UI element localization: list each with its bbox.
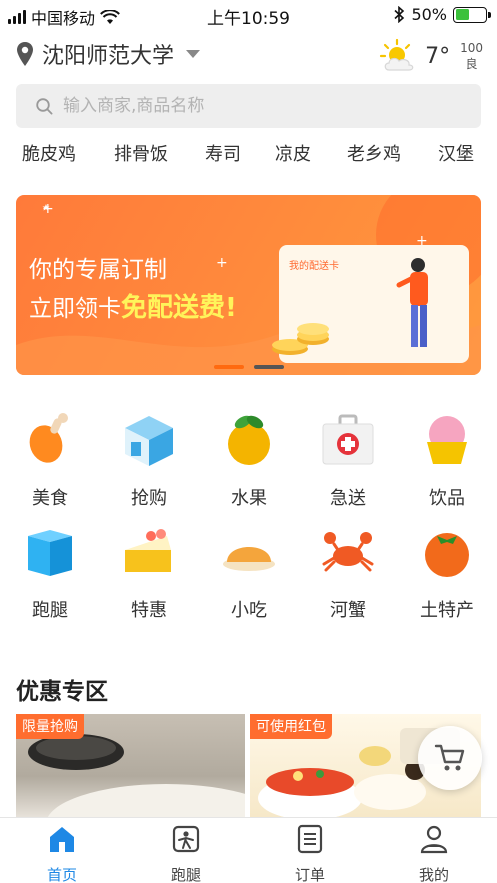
category-label: 小吃 bbox=[231, 600, 267, 621]
banner-highlight: 免配送费! bbox=[121, 293, 237, 323]
category-label: 水果 bbox=[231, 488, 267, 509]
category-item[interactable]: 河蟹 bbox=[308, 524, 388, 622]
quick-tag[interactable]: 寿司 bbox=[205, 140, 241, 166]
banner-pagination bbox=[214, 365, 284, 369]
shop-icon bbox=[125, 416, 173, 466]
quick-tag[interactable]: 脆皮鸡 bbox=[22, 140, 76, 166]
quick-tag[interactable]: 老乡鸡 bbox=[347, 140, 401, 166]
battery-percent: 50% bbox=[411, 5, 447, 24]
coins-illustration bbox=[272, 323, 329, 355]
deal-badge: 限量抢购 bbox=[16, 714, 84, 739]
category-item[interactable]: 土特产 bbox=[407, 524, 487, 622]
nav-label: 我的 bbox=[418, 866, 449, 883]
caret-down-icon bbox=[186, 50, 201, 58]
category-label: 饮品 bbox=[429, 488, 465, 509]
battery-icon bbox=[453, 6, 491, 23]
nav-label: 订单 bbox=[294, 866, 325, 883]
crab-icon bbox=[322, 532, 374, 572]
location-pin-icon bbox=[17, 42, 33, 66]
category-label: 抢购 bbox=[131, 488, 167, 509]
medical-kit-icon bbox=[322, 414, 374, 465]
aqi-value: 100 bbox=[460, 41, 483, 55]
svg-text:+: + bbox=[216, 255, 228, 271]
location-name: 沈阳师范大学 bbox=[42, 44, 175, 69]
drumstick-icon bbox=[29, 413, 68, 463]
category-item[interactable]: 水果 bbox=[209, 412, 289, 510]
deals-section-title: 优惠专区 bbox=[16, 679, 108, 705]
person-illustration bbox=[396, 258, 428, 347]
nav-item-profile[interactable]: 我的 bbox=[399, 824, 469, 883]
orange-icon bbox=[228, 415, 270, 465]
profile-icon bbox=[420, 825, 448, 854]
dessert-cup-icon bbox=[427, 416, 467, 464]
bun-icon bbox=[223, 547, 275, 571]
banner-dot[interactable] bbox=[254, 365, 284, 369]
errand-icon bbox=[172, 825, 200, 853]
order-list-icon bbox=[297, 824, 323, 854]
cake-slice-icon bbox=[125, 529, 171, 572]
tomato-icon bbox=[425, 533, 469, 577]
aqi-level: 良 bbox=[465, 57, 478, 71]
quick-tag[interactable]: 汉堡 bbox=[438, 140, 474, 166]
partly-sunny-icon bbox=[379, 38, 414, 71]
category-label: 美食 bbox=[32, 488, 68, 509]
cart-button[interactable] bbox=[418, 726, 482, 790]
category-label: 特惠 bbox=[131, 600, 167, 621]
banner-subline: 立即领卡免配送费! bbox=[29, 287, 237, 324]
header-bar: 沈阳师范大学 7° 100 良 bbox=[16, 38, 483, 74]
nav-label: 首页 bbox=[46, 866, 77, 883]
category-item[interactable]: 抢购 bbox=[109, 412, 189, 510]
category-item[interactable]: 美食 bbox=[10, 412, 90, 510]
svg-text:+: + bbox=[42, 201, 54, 217]
weather-widget[interactable]: 7° 100 良 bbox=[377, 38, 483, 74]
category-item[interactable]: 小吃 bbox=[209, 524, 289, 622]
category-label: 急送 bbox=[330, 488, 366, 509]
banner-headline: 你的专属订制 bbox=[29, 257, 167, 283]
home-icon bbox=[50, 827, 74, 852]
nav-item-home[interactable]: 首页 bbox=[27, 824, 97, 883]
nav-item-errand[interactable]: 跑腿 bbox=[151, 824, 221, 883]
search-input[interactable] bbox=[63, 96, 443, 116]
category-item[interactable]: 急送 bbox=[308, 412, 388, 510]
card-label: 我的配送卡 bbox=[289, 261, 339, 272]
search-bar[interactable] bbox=[16, 84, 481, 128]
banner-dot-active[interactable] bbox=[214, 365, 244, 369]
category-label: 跑腿 bbox=[32, 600, 68, 621]
category-item[interactable]: 跑腿 bbox=[10, 524, 90, 622]
location-selector[interactable]: 沈阳师范大学 bbox=[16, 38, 201, 70]
quick-tag[interactable]: 排骨饭 bbox=[114, 140, 168, 166]
bluetooth-icon bbox=[394, 6, 405, 23]
box-icon bbox=[28, 530, 72, 576]
nav-label: 跑腿 bbox=[170, 866, 201, 883]
promo-banner[interactable]: + + + 你的专属订制 立即领卡免配送费! 我的配送卡 bbox=[16, 195, 481, 375]
search-icon bbox=[36, 97, 53, 115]
air-quality: 100 良 bbox=[460, 40, 483, 72]
quick-tags: 脆皮鸡 排骨饭 寿司 凉皮 老乡鸡 汉堡 bbox=[0, 140, 497, 168]
deal-badge: 可使用红包 bbox=[250, 714, 332, 739]
banner-subline-prefix: 立即领卡 bbox=[29, 296, 121, 322]
nav-item-orders[interactable]: 订单 bbox=[275, 824, 345, 883]
category-label: 土特产 bbox=[420, 600, 474, 621]
shopping-cart-icon bbox=[434, 744, 465, 771]
category-label: 河蟹 bbox=[330, 600, 366, 621]
status-bar: 中国移动 上午10:59 50% bbox=[0, 0, 497, 30]
bottom-navigation: 首页 跑腿 订单 我的 bbox=[0, 817, 497, 883]
temperature: 7° bbox=[425, 43, 451, 69]
category-item[interactable]: 特惠 bbox=[109, 524, 189, 622]
deal-card[interactable]: 限量抢购 bbox=[16, 714, 245, 818]
category-item[interactable]: 饮品 bbox=[407, 412, 487, 510]
quick-tag[interactable]: 凉皮 bbox=[275, 140, 311, 166]
